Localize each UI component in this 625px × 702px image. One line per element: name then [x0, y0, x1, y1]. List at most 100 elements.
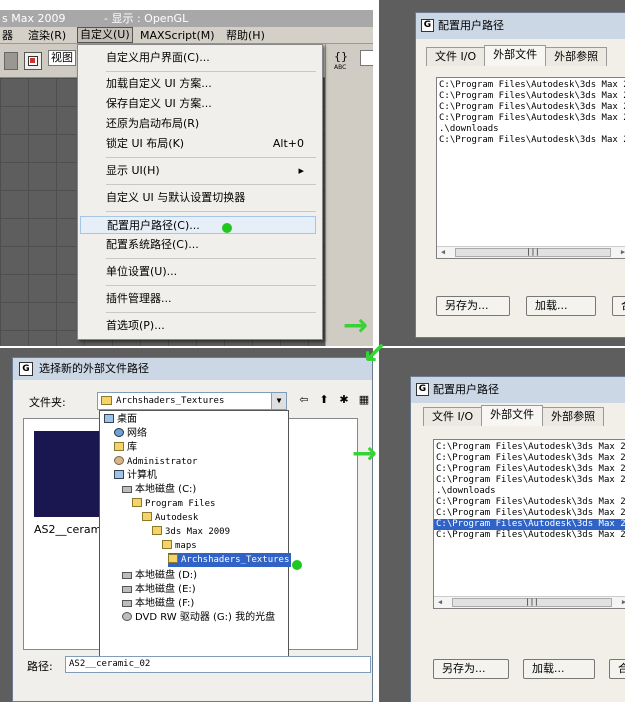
path-item[interactable]: C:\Program Files\Autodesk\3ds Max 2: [434, 475, 625, 486]
menu-item-0[interactable]: 器: [2, 27, 13, 44]
menu-plugin-manager[interactable]: 插件管理器...: [106, 290, 316, 308]
path-item-selected[interactable]: C:\Program Files\Autodesk\3ds Max 2: [434, 519, 625, 530]
tab-xrefs[interactable]: 外部参照: [542, 407, 605, 426]
tree-node-library[interactable]: 库: [114, 441, 137, 455]
save-as-button[interactable]: 另存为...: [433, 659, 509, 679]
tree-node-drive-c[interactable]: 本地磁盘 (C:): [122, 483, 196, 497]
tree-node-drive-f[interactable]: 本地磁盘 (F:): [122, 597, 194, 611]
path-item[interactable]: .\downloads: [437, 124, 625, 135]
menu-bar: 器 渲染(R) 自定义(U) MAXScript(M) 帮助(H): [0, 27, 373, 44]
tree-node-dvd[interactable]: DVD RW 驱动器 (G:) 我的光盘: [122, 611, 275, 625]
scroll-left-icon[interactable]: ◀: [434, 597, 446, 608]
tree-label: 本地磁盘 (F:): [135, 598, 195, 609]
tree-label: Archshaders_Textures: [181, 555, 290, 565]
thumbnail-label: AS2__cerami: [34, 523, 105, 536]
path-label: 路径:: [27, 660, 53, 673]
merge-button[interactable]: 合: [609, 659, 625, 679]
path-item[interactable]: C:\Program Files\Autodesk\3ds Max 2: [434, 508, 625, 519]
tree-node-computer[interactable]: 计算机: [114, 469, 157, 483]
tree-node-autodesk[interactable]: Autodesk: [142, 511, 198, 525]
menu-preferences[interactable]: 首选项(P)...: [106, 317, 316, 335]
path-item[interactable]: C:\Program Files\Autodesk\3ds Max 2: [437, 102, 625, 113]
tab-file-io[interactable]: 文件 I/O: [423, 407, 483, 426]
path-item[interactable]: C:\Program Files\Autodesk\3ds Max 2: [434, 442, 625, 453]
save-as-button[interactable]: 另存为...: [436, 296, 510, 316]
path-item[interactable]: C:\Program Files\Autodesk\3ds Max 2: [437, 135, 625, 146]
menu-label: 配置用户路径(C)...: [107, 219, 200, 232]
up-folder-icon[interactable]: ⬆: [317, 393, 331, 407]
new-folder-icon[interactable]: ✱: [337, 393, 351, 407]
merge-button[interactable]: 合: [612, 296, 625, 316]
tree-node-administrator[interactable]: Administrator: [114, 455, 197, 469]
tab-external-files[interactable]: 外部文件: [484, 45, 547, 66]
menu-separator: [106, 285, 316, 286]
menu-customize[interactable]: 自定义(U): [77, 27, 133, 43]
scroll-thumb[interactable]: |||: [455, 248, 611, 257]
menu-help[interactable]: 帮助(H): [226, 27, 265, 44]
tree-node-3dsmax[interactable]: 3ds Max 2009: [152, 525, 230, 539]
menu-lock-layout[interactable]: 锁定 UI 布局(K) Alt+0: [106, 135, 316, 153]
menu-label: 首选项(P)...: [106, 319, 165, 332]
folder-tree-dropdown[interactable]: 桌面 网络 库 Administrator 计算机 本地磁盘 (C:) Prog…: [99, 410, 292, 658]
path-list[interactable]: C:\Program Files\Autodesk\3ds Max 2 C:\P…: [436, 77, 625, 259]
menu-load-ui-scheme[interactable]: 加载自定义 UI 方案...: [106, 75, 316, 93]
menu-ui-switcher[interactable]: 自定义 UI 与默认设置切换器: [106, 189, 316, 207]
chevron-down-icon[interactable]: ▼: [271, 393, 286, 409]
path-item[interactable]: C:\Program Files\Autodesk\3ds Max 2: [434, 453, 625, 464]
folder-icon: [101, 396, 112, 405]
menu-revert-layout[interactable]: 还原为启动布局(R): [106, 115, 316, 133]
path-item[interactable]: C:\Program Files\Autodesk\3ds Max 2: [434, 530, 625, 541]
tree-node-drive-e[interactable]: 本地磁盘 (E:): [122, 583, 196, 597]
path-item[interactable]: C:\Program Files\Autodesk\3ds Max 2: [437, 113, 625, 124]
tree-label: DVD RW 驱动器 (G:) 我的光盘: [135, 612, 276, 623]
select-object-button[interactable]: [24, 52, 42, 70]
path-item[interactable]: C:\Program Files\Autodesk\3ds Max 2: [434, 464, 625, 475]
menu-show-ui[interactable]: 显示 UI(H) ▸: [106, 162, 316, 180]
path-list[interactable]: C:\Program Files\Autodesk\3ds Max 2 C:\P…: [433, 439, 625, 609]
tree-label: Program Files: [145, 499, 216, 509]
menu-units-setup[interactable]: 单位设置(U)...: [106, 263, 316, 281]
tab-file-io[interactable]: 文件 I/O: [426, 47, 486, 66]
path-item[interactable]: C:\Program Files\Autodesk\3ds Max 2: [437, 91, 625, 102]
menu-configure-system-paths[interactable]: 配置系统路径(C)...: [106, 236, 316, 254]
scroll-right-icon[interactable]: ▶: [617, 247, 625, 258]
horizontal-scrollbar[interactable]: ◀ ||| ▶: [437, 246, 625, 258]
load-button[interactable]: 加载...: [526, 296, 596, 316]
current-folder-text: Archshaders_Textures: [116, 396, 225, 406]
texture-thumbnail[interactable]: [34, 431, 100, 517]
view-dropdown[interactable]: 视图: [48, 50, 76, 66]
scroll-right-icon[interactable]: ▶: [618, 597, 625, 608]
drive-icon: [122, 600, 132, 607]
menu-maxscript[interactable]: MAXScript(M): [140, 27, 215, 44]
folder-combo[interactable]: Archshaders_Textures ▼: [97, 392, 287, 410]
path-item[interactable]: C:\Program Files\Autodesk\3ds Max 2: [437, 80, 625, 91]
open-folder-icon: [168, 554, 178, 563]
path-item[interactable]: .\downloads: [434, 486, 625, 497]
tree-node-program-files[interactable]: Program Files: [132, 497, 215, 511]
tree-node-desktop[interactable]: 桌面: [104, 413, 137, 427]
right-toolbar-area: {} ABC: [325, 44, 373, 346]
horizontal-scrollbar[interactable]: ◀ ||| ▶: [434, 596, 625, 608]
toolbar-field[interactable]: [360, 50, 373, 66]
menu-label: 还原为启动布局(R): [106, 117, 200, 130]
drive-icon: [122, 586, 132, 593]
menu-customize-ui[interactable]: 自定义用户界面(C)...: [106, 49, 316, 67]
tab-xrefs[interactable]: 外部参照: [545, 47, 608, 66]
path-input[interactable]: AS2__ceramic_02: [65, 656, 371, 673]
tree-node-maps[interactable]: maps: [162, 539, 197, 553]
load-button[interactable]: 加载...: [523, 659, 595, 679]
menu-configure-user-paths[interactable]: 配置用户路径(C)...: [80, 216, 316, 234]
folder-label: 文件夹:: [29, 396, 66, 409]
menu-render[interactable]: 渲染(R): [28, 27, 66, 44]
folder-icon: [142, 512, 152, 521]
path-item[interactable]: C:\Program Files\Autodesk\3ds Max 2: [434, 497, 625, 508]
tree-node-archshaders[interactable]: Archshaders_Textures: [168, 553, 292, 567]
view-menu-icon[interactable]: ▦: [357, 393, 371, 407]
back-icon[interactable]: ⇦: [297, 393, 311, 407]
tree-node-network[interactable]: 网络: [114, 427, 147, 441]
scroll-left-icon[interactable]: ◀: [437, 247, 449, 258]
menu-save-ui-scheme[interactable]: 保存自定义 UI 方案...: [106, 95, 316, 113]
scroll-thumb[interactable]: |||: [452, 598, 612, 607]
tab-external-files[interactable]: 外部文件: [481, 405, 544, 426]
tree-node-drive-d[interactable]: 本地磁盘 (D:): [122, 569, 197, 583]
